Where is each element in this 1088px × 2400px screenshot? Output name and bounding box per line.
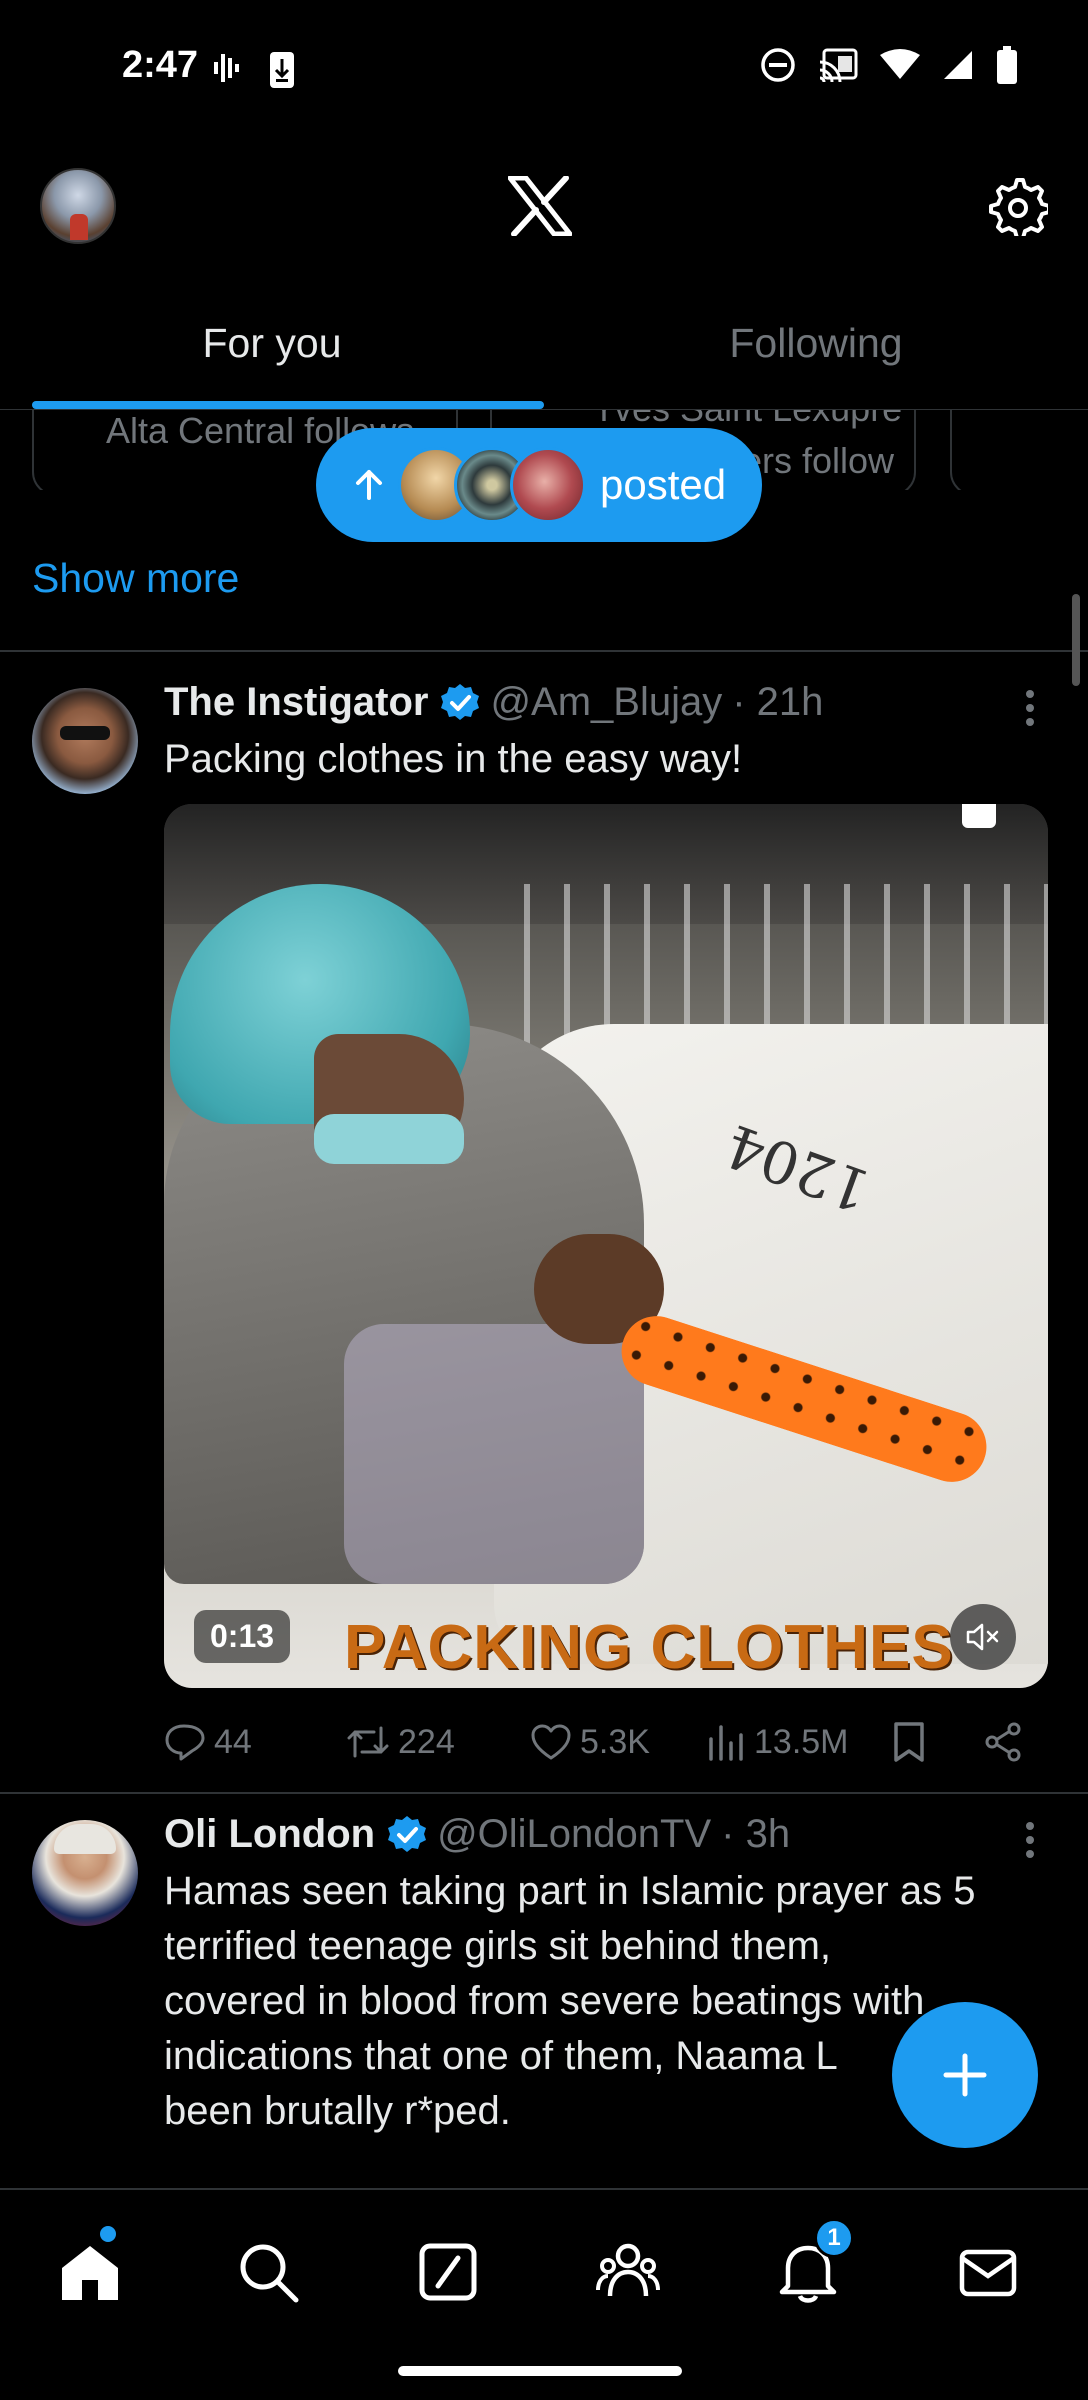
show-more-link[interactable]: Show more [32,555,239,602]
notification-badge: 1 [814,2218,854,2258]
home-icon[interactable] [58,2240,122,2304]
battery-icon [997,46,1017,84]
tweet-actions: 44 224 5.3K 13.5M [164,1712,1048,1772]
mute-button[interactable] [950,1604,1016,1670]
repost-button[interactable]: 224 [346,1722,530,1762]
more-options-icon[interactable] [1024,1820,1036,1860]
status-time: 2:47 [122,44,199,86]
gear-icon[interactable] [988,176,1048,236]
avatar[interactable] [32,1820,138,1926]
tweet-text-line: Hamas seen taking part in Islamic prayer… [164,1869,976,1913]
author-handle[interactable]: @OliLondonTV [437,1812,711,1857]
cast-icon [819,48,858,82]
tweet-text-line: terrified teenage girls sit behind them, [164,1924,832,1968]
arrow-up-icon [356,470,382,500]
author-name[interactable]: The Instigator [164,680,428,725]
tweet-video[interactable]: 1204 PACKING CLOTHES 0:13 [164,804,1048,1688]
video-overlay-icon [962,804,996,828]
search-icon[interactable] [236,2240,300,2304]
divider [0,1792,1088,1794]
scrollbar[interactable] [1072,594,1080,686]
heart-icon [531,1724,571,1760]
like-count: 5.3K [580,1722,650,1761]
communities-icon[interactable] [596,2240,660,2304]
verified-badge-icon [388,1815,427,1852]
video-caption: PACKING CLOTHES [344,1613,954,1682]
views-button[interactable]: 13.5M [706,1723,892,1762]
plus-icon [943,2053,987,2097]
author-name[interactable]: Oli London [164,1812,375,1857]
author-handle[interactable]: @Am_Blujay [490,680,722,725]
card-follow-text: ers follow [742,440,895,481]
posted-label: posted [600,461,727,508]
wifi-icon [880,49,920,79]
like-button[interactable]: 5.3K [530,1723,706,1762]
home-unread-dot [100,2226,116,2242]
grok-icon[interactable] [416,2240,480,2304]
avatar[interactable] [32,688,138,794]
app-header: For you Following [0,140,1088,410]
repost-icon [347,1726,389,1758]
tweet-text: Packing clothes in the easy way! [164,737,743,781]
more-options-icon[interactable] [1024,688,1036,728]
tweet-text-line: covered in blood from severe beatings wi… [164,1979,925,2023]
share-button[interactable] [982,1721,1032,1763]
repost-count: 224 [398,1722,455,1761]
signal-icon [944,51,972,79]
tweet-time: · 21h [732,680,824,724]
speaker-muted-icon [966,1623,999,1651]
tab-following[interactable]: Following [544,290,1088,409]
video-duration: 0:13 [194,1610,291,1663]
new-posts-pill[interactable]: posted [316,428,762,542]
bookmark-icon [894,1722,924,1762]
bookmark-button[interactable] [892,1721,982,1763]
do-not-disturb-icon [761,48,795,82]
compose-button[interactable] [892,2002,1038,2148]
suggestion-card[interactable] [950,410,1088,490]
reply-icon [165,1724,205,1761]
avatar [510,447,586,523]
card-name-text: Yves Saint Lexupre [592,410,902,430]
voice-waveform-icon [214,54,239,82]
profile-avatar[interactable] [40,168,116,244]
reply-count: 44 [214,1722,252,1761]
gesture-home-indicator[interactable] [398,2366,682,2376]
x-logo-icon[interactable] [508,176,572,236]
analytics-icon [709,1725,743,1761]
tweet-time: · 3h [721,1812,791,1856]
verified-badge-icon [441,683,480,720]
tab-for-you[interactable]: For you [0,290,544,409]
timeline-tabs: For you Following [0,290,1088,410]
reply-button[interactable]: 44 [164,1722,346,1762]
messages-icon[interactable] [956,2240,1020,2304]
share-icon [985,1722,1021,1762]
view-count: 13.5M [754,1722,849,1761]
status-bar: 2:47 [0,0,1088,140]
download-icon [270,52,294,88]
divider [0,650,1088,652]
